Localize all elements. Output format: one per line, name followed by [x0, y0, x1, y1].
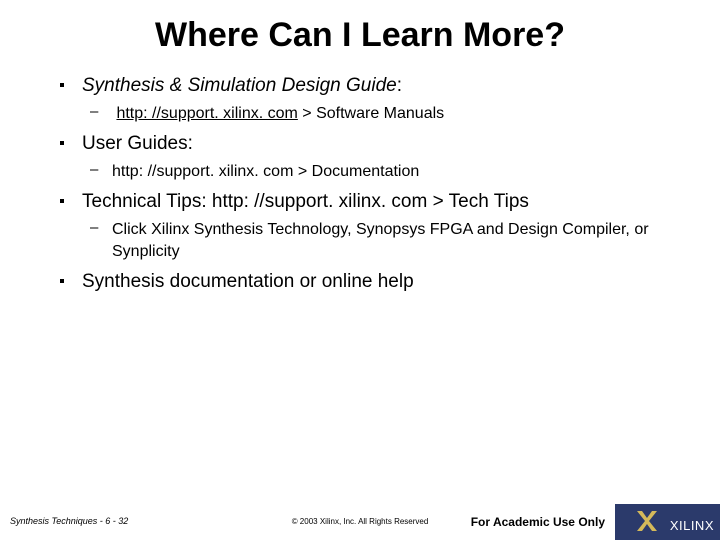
xilinx-logo: XILINX — [615, 500, 720, 540]
bullet-item: User Guides: http: //support. xilinx. co… — [60, 131, 680, 183]
bullet-text: Synthesis documentation or online help — [82, 271, 414, 292]
sub-bullet: http: //support. xilinx. com > Software … — [82, 103, 680, 125]
sub-text: > Software Manuals — [298, 105, 444, 122]
logo-x-icon — [634, 508, 660, 534]
bullet-text: User Guides: — [82, 133, 193, 154]
footer-copyright: © 2003 Xilinx, Inc. All Rights Reserved — [292, 517, 429, 526]
footer-right: For Academic Use Only — [471, 515, 605, 529]
sub-text: Click Xilinx Synthesis Technology, Synop… — [112, 221, 649, 260]
sub-text: http: //support. xilinx. com > Documenta… — [112, 163, 419, 180]
footer: Synthesis Techniques - 6 - 32 © 2003 Xil… — [0, 500, 720, 540]
link-text[interactable]: http: //support. xilinx. com — [116, 105, 297, 122]
sub-bullet: Click Xilinx Synthesis Technology, Synop… — [82, 219, 680, 264]
bullet-text: Synthesis & Simulation Design Guide — [82, 75, 397, 96]
bullet-item: Synthesis documentation or online help — [60, 269, 680, 295]
bullet-suffix: : — [397, 75, 402, 96]
bullet-item: Synthesis & Simulation Design Guide: htt… — [60, 73, 680, 125]
sub-bullet: http: //support. xilinx. com > Documenta… — [82, 161, 680, 183]
logo-text: XILINX — [670, 518, 714, 533]
slide-title: Where Can I Learn More? — [0, 0, 720, 73]
bullet-item: Technical Tips: http: //support. xilinx.… — [60, 189, 680, 263]
bullet-text: Technical Tips: http: //support. xilinx.… — [82, 191, 529, 212]
footer-left: Synthesis Techniques - 6 - 32 — [10, 516, 128, 526]
slide-content: Synthesis & Simulation Design Guide: htt… — [0, 73, 720, 295]
